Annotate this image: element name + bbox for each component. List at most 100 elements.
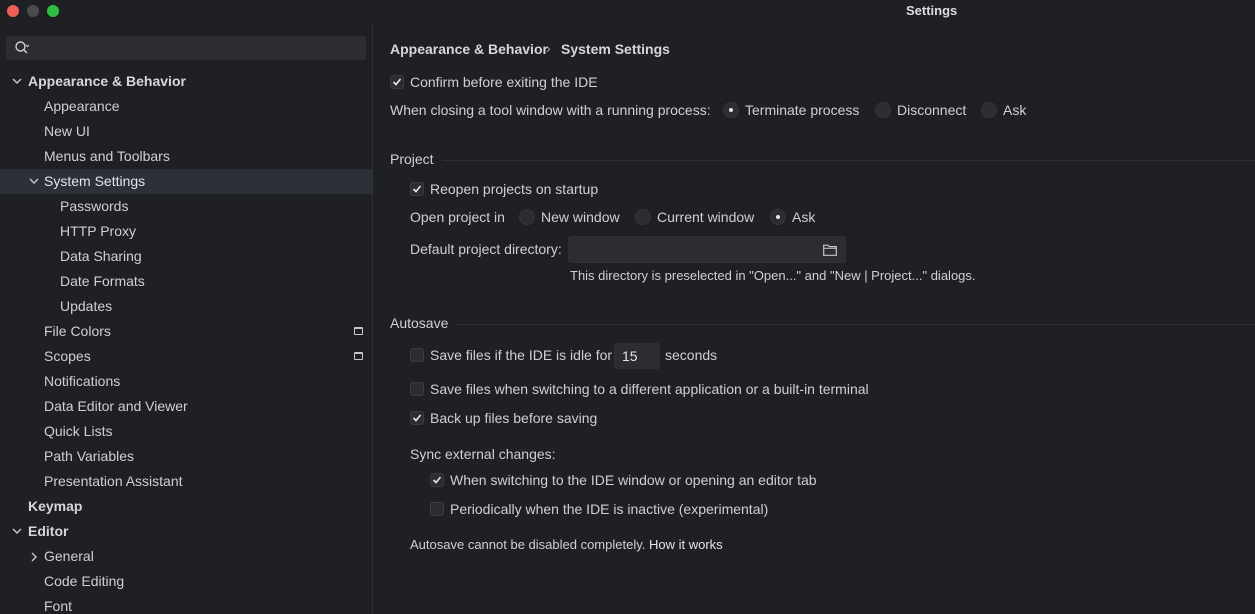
new-window-label: New window (541, 209, 620, 225)
sidebar-item-file-colors[interactable]: File Colors (0, 319, 373, 344)
ask-on-close-label: Ask (1003, 102, 1027, 118)
autosave-note-text: Autosave cannot be disabled completely. (410, 537, 646, 552)
terminate-process-label: Terminate process (745, 102, 860, 118)
sidebar-item-http-proxy[interactable]: HTTP Proxy (0, 219, 373, 244)
minimize-window-button[interactable] (27, 5, 39, 17)
save-on-switch-label: Save files when switching to a different… (430, 381, 869, 397)
title-bar: Settings (0, 0, 1255, 24)
how-it-works-link[interactable]: How it works (649, 537, 723, 552)
sidebar-item-keymap[interactable]: Keymap (0, 494, 373, 519)
sidebar-item-label: New UI (44, 123, 90, 139)
chevron-down-icon[interactable] (12, 519, 22, 544)
autosave-note: Autosave cannot be disabled completely. … (410, 537, 723, 552)
sidebar-item-presentation-assistant[interactable]: Presentation Assistant (0, 469, 373, 494)
disconnect-radio[interactable] (875, 102, 891, 118)
sync-on-switch-label: When switching to the IDE window or open… (450, 472, 817, 488)
sidebar-item-scopes[interactable]: Scopes (0, 344, 373, 369)
sidebar-item-label: Scopes (44, 348, 91, 364)
section-divider (442, 160, 1255, 161)
backup-files-checkbox[interactable] (410, 411, 424, 425)
sync-external-label: Sync external changes: (410, 446, 556, 462)
close-window-button[interactable] (7, 5, 19, 17)
search-icon (15, 41, 30, 54)
chevron-right-icon[interactable] (30, 544, 40, 569)
sidebar-item-general[interactable]: General (0, 544, 373, 569)
sidebar-item-label: Notifications (44, 373, 121, 389)
sidebar-item-label: System Settings (44, 173, 146, 189)
sync-on-switch-checkbox[interactable] (430, 473, 444, 487)
settings-sidebar: Appearance & Behavior Appearance New UI … (0, 24, 373, 614)
closing-process-label: When closing a tool window with a runnin… (390, 102, 711, 118)
sidebar-item-label: Passwords (60, 198, 129, 214)
idle-seconds-input[interactable]: 15 (614, 343, 660, 369)
ask-on-close-radio[interactable] (981, 102, 997, 118)
idle-seconds-unit: seconds (665, 347, 718, 363)
ask-open-label: Ask (792, 209, 816, 225)
section-divider (454, 324, 1255, 325)
sidebar-item-label: Data Sharing (60, 248, 142, 264)
sidebar-item-updates[interactable]: Updates (0, 294, 373, 319)
ask-open-radio[interactable] (770, 209, 786, 225)
sidebar-item-label: Presentation Assistant (44, 473, 183, 489)
chevron-down-icon[interactable] (12, 69, 22, 94)
sidebar-item-label: Updates (60, 298, 113, 314)
folder-icon[interactable] (823, 244, 837, 256)
sidebar-item-date-formats[interactable]: Date Formats (0, 269, 373, 294)
disconnect-label: Disconnect (897, 102, 967, 118)
sidebar-item-code-editing[interactable]: Code Editing (0, 569, 373, 594)
sidebar-item-label: File Colors (44, 323, 111, 339)
sidebar-item-label: Quick Lists (44, 423, 113, 439)
sidebar-item-label: Appearance (44, 98, 120, 114)
sidebar-item-label: Appearance & Behavior (28, 73, 186, 89)
settings-content: Appearance & Behavior › System Settings … (374, 24, 1255, 614)
idle-seconds-value: 15 (622, 348, 638, 364)
sidebar-item-font[interactable]: Font (0, 594, 373, 614)
chevron-down-icon[interactable] (29, 169, 39, 194)
sidebar-item-label: Menus and Toolbars (44, 148, 170, 164)
sidebar-item-passwords[interactable]: Passwords (0, 194, 373, 219)
breadcrumb-parent[interactable]: Appearance & Behavior (390, 41, 548, 57)
sidebar-item-path-variables[interactable]: Path Variables (0, 444, 373, 469)
checkmark-icon (412, 414, 422, 422)
sidebar-item-editor[interactable]: Editor (0, 519, 373, 544)
terminate-process-radio[interactable] (723, 102, 739, 118)
breadcrumb-separator: › (546, 40, 551, 56)
current-window-radio[interactable] (635, 209, 651, 225)
sidebar-item-label: Path Variables (44, 448, 135, 464)
maximize-window-button[interactable] (47, 5, 59, 17)
sidebar-item-label: Keymap (28, 498, 83, 514)
sidebar-item-appearance[interactable]: Appearance (0, 94, 373, 119)
save-idle-checkbox[interactable] (410, 348, 424, 362)
search-input[interactable] (6, 36, 366, 60)
sidebar-item-label: HTTP Proxy (60, 223, 136, 239)
project-level-icon (354, 352, 363, 360)
default-project-dir-label: Default project directory: (410, 241, 562, 257)
window-title: Settings (906, 3, 958, 18)
autosave-section-title: Autosave (390, 315, 449, 331)
confirm-exit-checkbox[interactable] (390, 75, 404, 89)
sidebar-item-data-editor-viewer[interactable]: Data Editor and Viewer (0, 394, 373, 419)
project-level-icon (354, 327, 363, 335)
checkmark-icon (432, 476, 442, 484)
sidebar-item-quick-lists[interactable]: Quick Lists (0, 419, 373, 444)
sidebar-item-label: General (44, 548, 94, 564)
sidebar-item-appearance-behavior[interactable]: Appearance & Behavior (0, 69, 373, 94)
default-project-dir-field[interactable] (568, 236, 846, 263)
sync-periodic-label: Periodically when the IDE is inactive (e… (450, 501, 769, 517)
save-idle-label: Save files if the IDE is idle for (430, 347, 613, 363)
reopen-projects-checkbox[interactable] (410, 182, 424, 196)
sidebar-item-notifications[interactable]: Notifications (0, 369, 373, 394)
save-on-switch-checkbox[interactable] (410, 382, 424, 396)
confirm-exit-label: Confirm before exiting the IDE (410, 74, 598, 90)
new-window-radio[interactable] (519, 209, 535, 225)
sidebar-item-data-sharing[interactable]: Data Sharing (0, 244, 373, 269)
sidebar-item-label: Date Formats (60, 273, 145, 289)
sidebar-item-menus-toolbars[interactable]: Menus and Toolbars (0, 144, 373, 169)
sync-periodic-checkbox[interactable] (430, 502, 444, 516)
sidebar-item-label: Code Editing (44, 573, 125, 589)
default-project-dir-hint: This directory is preselected in "Open..… (570, 268, 976, 283)
checkmark-icon (412, 185, 422, 193)
sidebar-item-new-ui[interactable]: New UI (0, 119, 373, 144)
sidebar-item-system-settings[interactable]: System Settings (0, 169, 373, 194)
sidebar-item-label: Data Editor and Viewer (44, 398, 188, 414)
